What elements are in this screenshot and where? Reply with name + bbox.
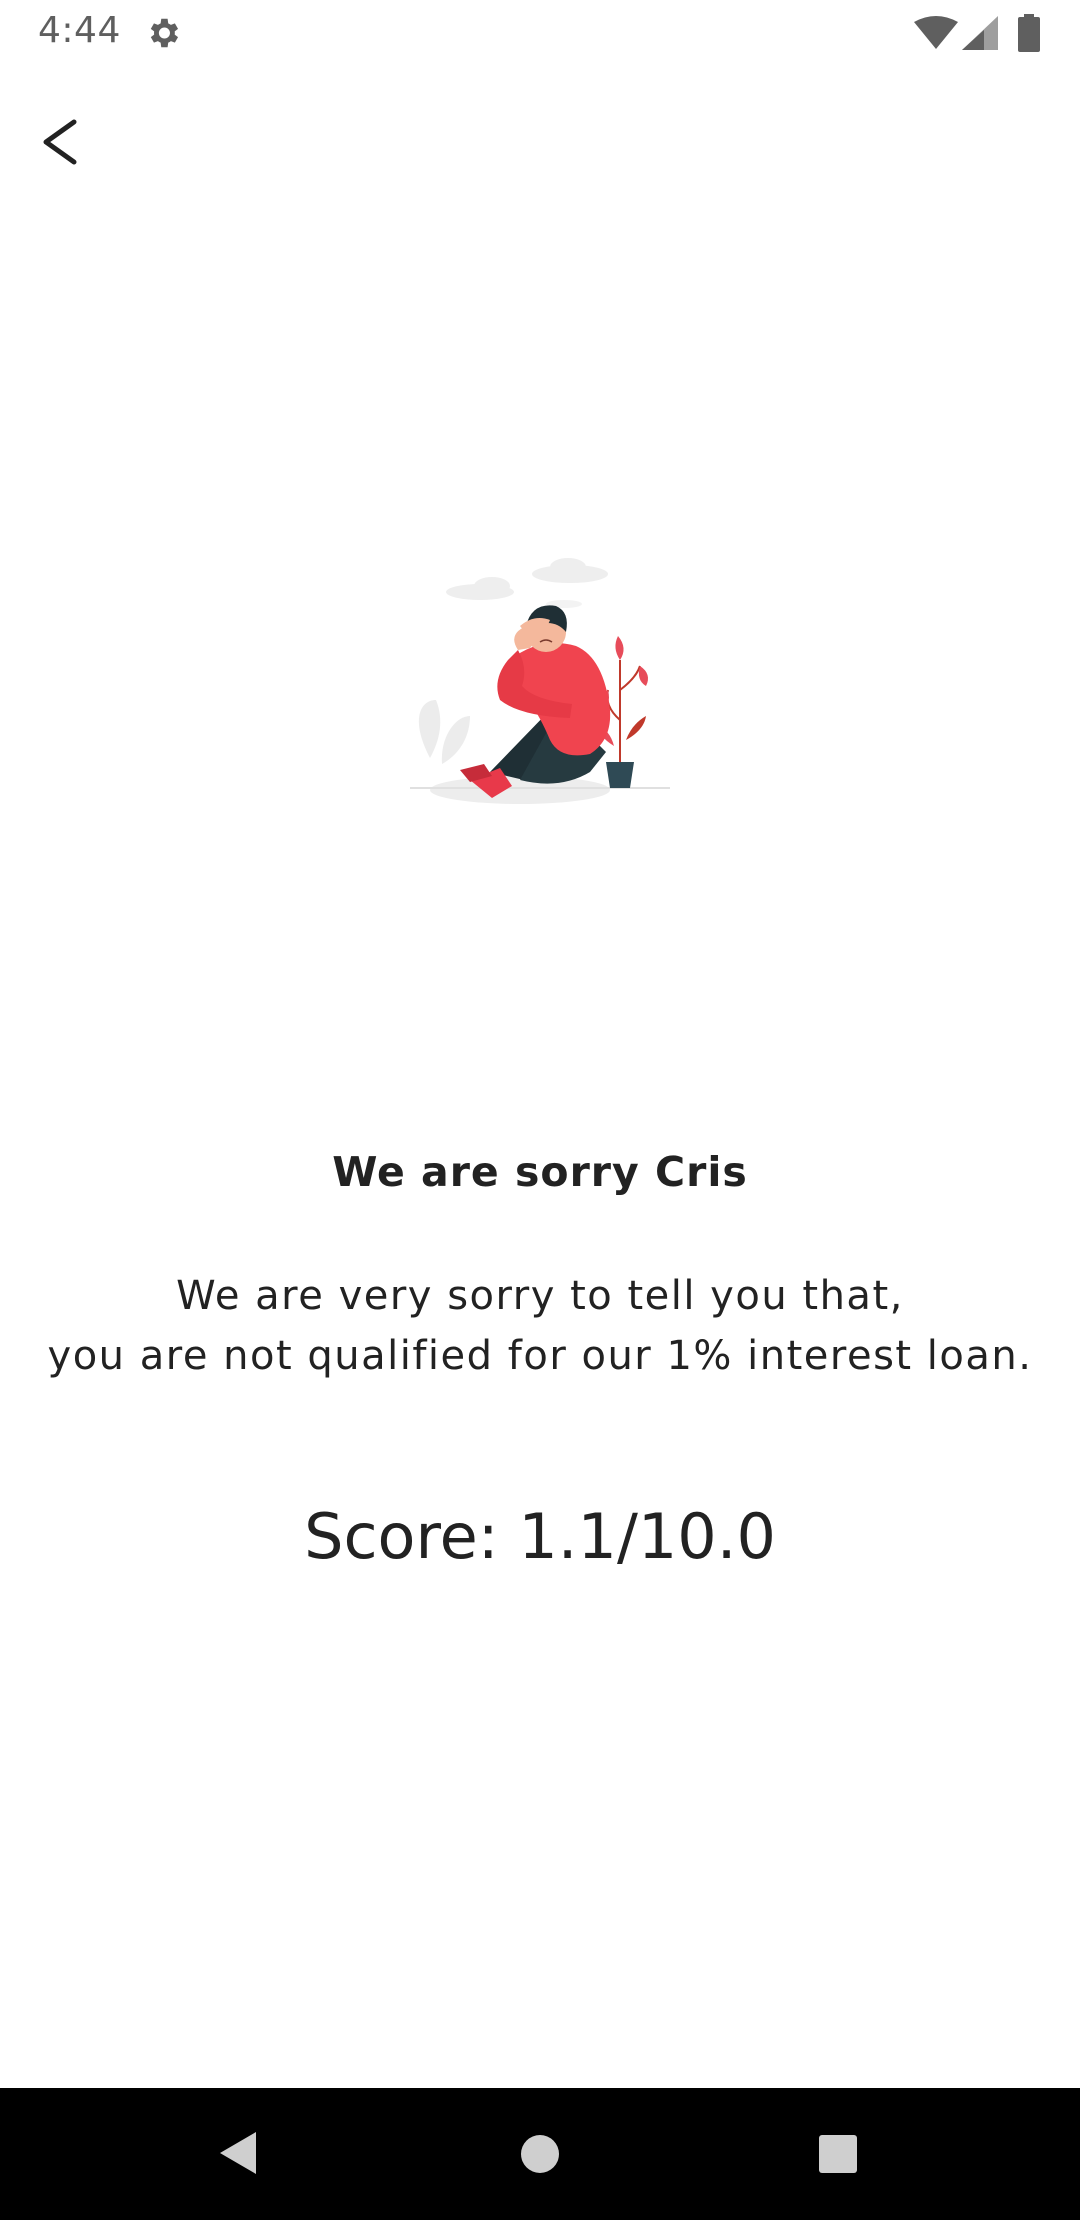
loan-result-screen: 4:44 We are sorry Cris We are very sorry… [0, 0, 1080, 2220]
result-title: We are sorry Cris [332, 1148, 748, 1196]
chevron-left-icon[interactable] [28, 104, 92, 180]
sad-person-illustration [410, 558, 670, 804]
signal-icon [962, 16, 998, 50]
result-message-line-2: you are not qualified for our 1% interes… [47, 1333, 1033, 1379]
system-nav-bar [0, 2088, 1080, 2220]
result-message: We are very sorry to tell you that, you … [0, 1266, 1080, 1386]
result-message-line-1: We are very sorry to tell you that, [176, 1273, 904, 1319]
status-bar: 4:44 [0, 0, 1080, 66]
status-time: 4:44 [38, 10, 121, 51]
score-value: Score: 1.1/10.0 [304, 1500, 776, 1573]
wifi-icon [914, 16, 958, 49]
nav-back-icon[interactable] [218, 2130, 258, 2176]
nav-recents-icon[interactable] [818, 2134, 858, 2174]
gear-icon [150, 18, 179, 48]
nav-home-icon[interactable] [520, 2134, 560, 2174]
battery-icon [1018, 14, 1040, 52]
